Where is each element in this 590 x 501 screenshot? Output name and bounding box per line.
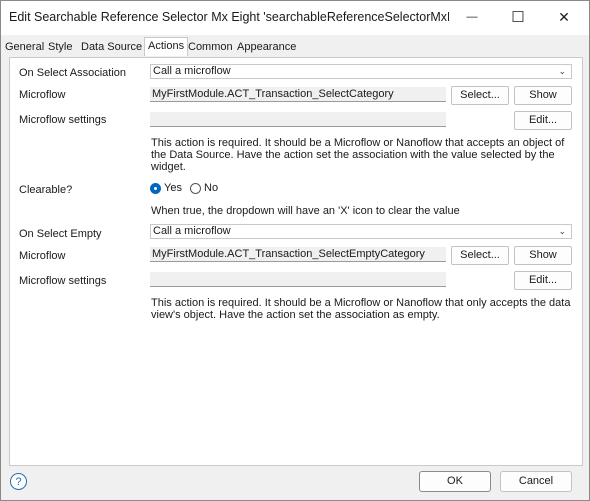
clearable-help-text: When true, the dropdown will have an 'X'…: [151, 205, 460, 217]
help-icon[interactable]: ?: [10, 473, 27, 490]
microflow-empty-settings-label: Microflow settings: [19, 275, 107, 287]
microflow-settings-edit-button[interactable]: Edit...: [514, 111, 572, 130]
tab-data-source[interactable]: Data Source: [81, 41, 142, 53]
microflow-label: Microflow: [19, 89, 66, 101]
microflow-empty-field[interactable]: MyFirstModule.ACT_Transaction_SelectEmpt…: [150, 247, 446, 262]
chevron-down-icon: ⌄: [558, 66, 566, 76]
clearable-yes-label: Yes: [164, 182, 182, 194]
clearable-no-radio[interactable]: No: [190, 182, 218, 194]
close-glyph: ✕: [558, 8, 570, 25]
microflow-empty-settings-field[interactable]: [150, 272, 446, 287]
radio-unselected-icon: [190, 182, 201, 194]
microflow-settings-label: Microflow settings: [19, 114, 107, 126]
minimize-icon[interactable]: —: [449, 1, 495, 33]
on-select-association-label: On Select Association: [19, 67, 127, 79]
microflow-select-button[interactable]: Select...: [451, 86, 509, 105]
microflow-field[interactable]: MyFirstModule.ACT_Transaction_SelectCate…: [150, 87, 446, 102]
on-select-empty-value: Call a microflow: [153, 225, 231, 237]
empty-help-text: This action is required. It should be a …: [151, 297, 571, 321]
microflow-empty-settings-edit-button[interactable]: Edit...: [514, 271, 572, 290]
microflow-settings-field[interactable]: [150, 112, 446, 127]
association-help-text: This action is required. It should be a …: [151, 137, 565, 173]
maximize-glyph: ☐: [511, 9, 525, 26]
on-select-empty-label: On Select Empty: [19, 228, 102, 240]
cancel-button[interactable]: Cancel: [500, 471, 572, 492]
title-bar: Edit Searchable Reference Selector Mx Ei…: [1, 1, 589, 35]
chevron-down-icon: ⌄: [558, 226, 566, 236]
on-select-association-value: Call a microflow: [153, 65, 231, 77]
window-title: Edit Searchable Reference Selector Mx Ei…: [9, 10, 449, 24]
radio-selected-icon: [150, 182, 161, 194]
tab-actions[interactable]: Actions: [144, 37, 189, 56]
tab-appearance[interactable]: Appearance: [237, 41, 296, 53]
tab-general[interactable]: General: [5, 41, 44, 53]
minimize-glyph: —: [466, 11, 478, 23]
microflow-empty-select-button[interactable]: Select...: [451, 246, 509, 265]
close-icon[interactable]: ✕: [541, 1, 587, 33]
on-select-association-dropdown[interactable]: Call a microflow ⌄: [150, 64, 572, 79]
ok-button[interactable]: OK: [419, 471, 491, 492]
actions-panel: On Select Association Call a microflow ⌄…: [9, 57, 583, 466]
microflow-empty-label: Microflow: [19, 250, 66, 262]
clearable-no-label: No: [204, 182, 219, 194]
tab-common[interactable]: Common: [188, 41, 233, 53]
on-select-empty-dropdown[interactable]: Call a microflow ⌄: [150, 224, 572, 239]
microflow-empty-show-button[interactable]: Show: [514, 246, 572, 265]
tab-strip: General Style Data Source Actions Common…: [1, 37, 589, 57]
dialog-window: Edit Searchable Reference Selector Mx Ei…: [0, 0, 590, 501]
tab-style[interactable]: Style: [48, 41, 72, 53]
microflow-show-button[interactable]: Show: [514, 86, 572, 105]
clearable-yes-radio[interactable]: Yes: [150, 182, 182, 194]
maximize-icon[interactable]: ☐: [495, 1, 541, 33]
clearable-label: Clearable?: [19, 184, 73, 196]
